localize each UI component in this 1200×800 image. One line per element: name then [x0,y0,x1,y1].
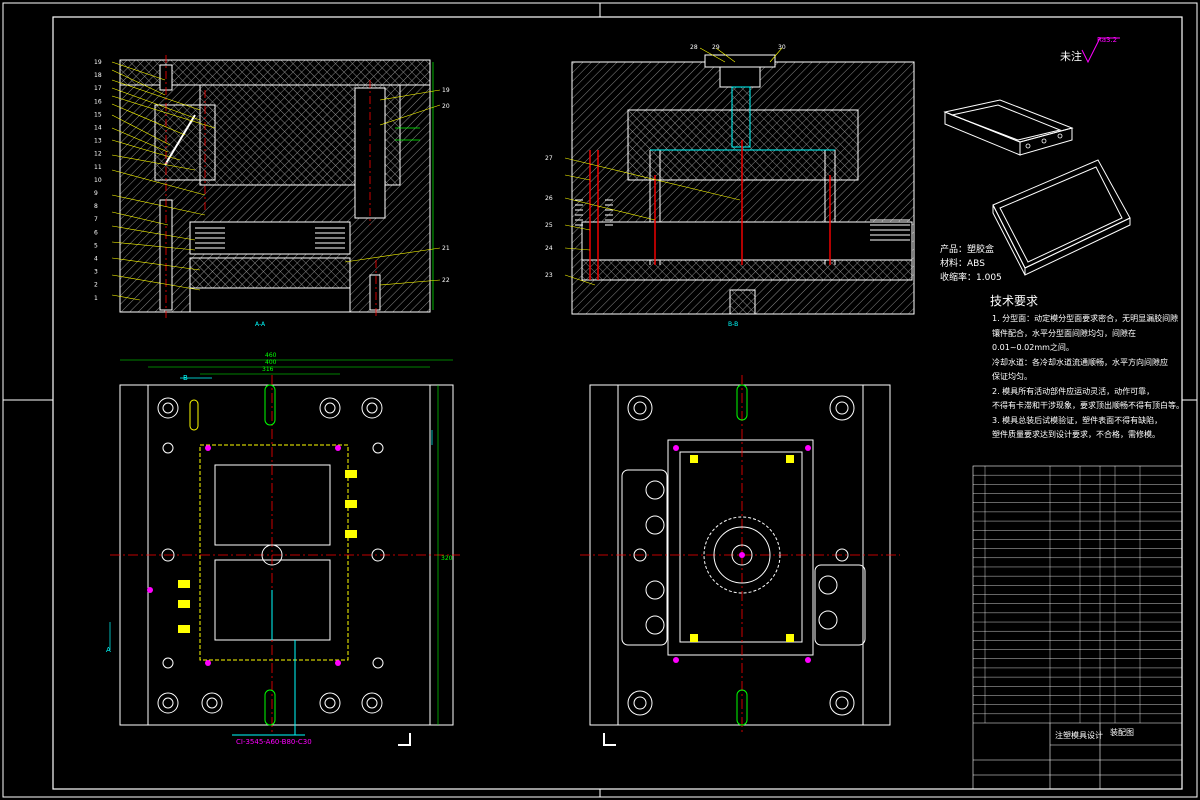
tech-requirement-line: 2. 模具所有活动部件应运动灵活，动作可靠， [992,386,1155,396]
section-view-a-a: A-A [111,55,441,328]
tech-requirements-title: 技术要求 [990,294,1039,308]
product-material-row: 材料：ABS [940,256,985,269]
part-balloon: 11 [94,164,102,171]
view-letter-a: A [106,646,111,654]
product-shrink-value: 1.005 [976,273,1002,283]
part-balloon: 1 [94,295,98,302]
part-balloon: 23 [545,272,553,279]
part-balloon: 22 [442,277,450,284]
part-balloon: 5 [94,242,98,249]
tech-requirement-line: 0.01~0.02mm之间。 [992,343,1074,352]
part-balloon: 16 [94,98,102,105]
tech-requirement-line: 3. 模具总装后试模验证，塑件表面不得有缺陷， [992,415,1163,425]
title-block-drawing-title: 注塑模具设计 [1055,730,1103,740]
part-balloon: 15 [94,111,102,118]
product-material-value: ABS [967,259,985,269]
product-name-row: 产品：塑胶盒 [940,242,994,255]
part-balloon: 20 [442,103,450,110]
plan-view-fixed-half [109,359,460,746]
part-balloon: 12 [94,151,102,158]
tech-requirement-line: 保证均匀。 [992,372,1032,381]
tech-requirement-line: 不得有卡滞和干涉现象，要求顶出顺畅不得有顶白等。 [992,401,1184,410]
part-balloon: 19 [442,87,450,94]
part-balloon: 25 [545,222,553,229]
part-balloon: 26 [545,195,553,202]
plan-view-moving-half [580,375,900,746]
part-balloon: 10 [94,177,102,184]
view-letter-b: B [183,374,188,382]
part-balloon: 18 [94,72,102,79]
part-balloon: 21 [442,245,450,252]
part-balloon: 19 [94,59,102,66]
bom-title-block [972,465,1183,790]
part-balloon: 7 [94,216,98,223]
part-balloon: 8 [94,203,98,210]
roughness-value: Ra3.2 [1097,36,1118,44]
product-shrink-label: 收缩率： [940,273,977,283]
part-balloon: 14 [94,125,102,132]
dim-overall-width: 460 [265,352,277,359]
part-balloon: 13 [94,138,102,145]
product-name-value: 塑胶盒 [967,245,995,255]
part-balloon: 28 [690,44,698,51]
dim-plate-width: 400 [265,359,277,366]
tech-requirement-line: 1. 分型面：动定模分型面要求密合，无明显漏胶间隙 [992,314,1179,323]
product-material-label: 材料： [940,259,968,269]
mold-base-code: CI-3545-A60-B80-C30 [236,738,312,746]
title-block-assembly: 装配图 [1110,727,1134,737]
dim-height: 320 [441,555,453,562]
section-view-b-b: B-B [564,47,915,328]
part-balloon: 30 [778,44,786,51]
part-balloon: 4 [94,256,98,263]
roughness-label: 未注 [1060,50,1082,63]
tech-requirement-line: 冷却水道：各冷却水道流通顺畅，水平方向间隙应 [992,357,1168,367]
part-balloon: 6 [94,229,98,236]
part-balloon: 17 [94,85,102,92]
part-balloon: 9 [94,190,98,197]
part-balloon: 27 [545,155,553,162]
section-label-left: A-A [255,321,266,328]
part-balloon: 24 [545,245,553,252]
bom-rows [973,466,1182,723]
part-balloon: 3 [94,269,98,276]
tech-requirement-line: 塑件质量要求达到设计要求，不合格，需修模。 [992,430,1160,439]
product-name-label: 产品： [940,245,968,255]
dim-cavity-width: 316 [262,366,274,373]
section-label-right: B-B [728,321,738,328]
tech-requirement-line: 镶件配合，水平分型面间隙均匀，间隙在 [992,328,1136,338]
product-shrink-row: 收缩率：1.005 [940,270,1002,283]
part-balloon: 2 [94,282,98,289]
part-balloon: 29 [712,44,720,51]
